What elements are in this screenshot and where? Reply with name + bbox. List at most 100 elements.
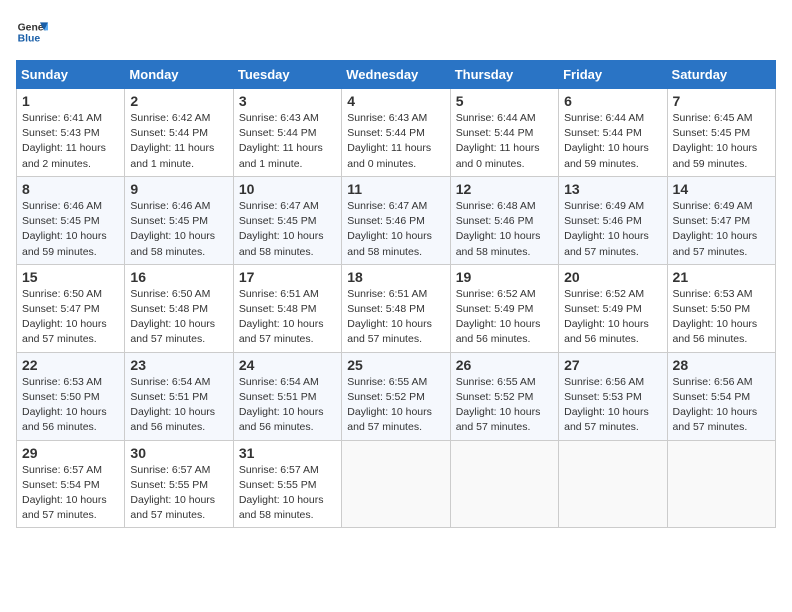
svg-text:Blue: Blue [18,34,41,45]
day-number: 12 [456,181,553,197]
day-cell: 5Sunrise: 6:44 AM Sunset: 5:44 PM Daylig… [450,89,558,177]
col-header-monday: Monday [125,61,233,89]
logo: General Blue [16,16,48,48]
day-detail: Sunrise: 6:49 AM Sunset: 5:47 PM Dayligh… [673,199,770,260]
day-number: 17 [239,269,336,285]
day-number: 18 [347,269,444,285]
day-cell: 21Sunrise: 6:53 AM Sunset: 5:50 PM Dayli… [667,264,775,352]
week-row-1: 1 Sunrise: 6:41 AM Sunset: 5:43 PM Daylig… [17,89,776,177]
day-number: 25 [347,357,444,373]
day-detail: Sunrise: 6:53 AM Sunset: 5:50 PM Dayligh… [673,287,770,348]
day-cell: 10 Sunrise: 6:47 AM Sunset: 5:45 PM Dayli… [233,176,341,264]
col-header-tuesday: Tuesday [233,61,341,89]
day-detail: Sunrise: 6:53 AM Sunset: 5:50 PM Dayligh… [22,375,119,436]
day-cell: 11 Sunrise: 6:47 AM Sunset: 5:46 PM Dayli… [342,176,450,264]
day-detail: Sunrise: 6:50 AM Sunset: 5:47 PM Dayligh… [22,287,119,348]
day-detail: Sunrise: 6:49 AM Sunset: 5:46 PM Dayligh… [564,199,661,260]
col-header-sunday: Sunday [17,61,125,89]
day-cell: 16 Sunrise: 6:50 AM Sunset: 5:48 PM Dayli… [125,264,233,352]
page-header: General Blue [16,16,776,48]
day-number: 20 [564,269,661,285]
day-cell: 19 Sunrise: 6:52 AM Sunset: 5:49 PM Dayli… [450,264,558,352]
day-detail: Sunrise: 6:55 AM Sunset: 5:52 PM Dayligh… [456,375,553,436]
day-cell: 23 Sunrise: 6:54 AM Sunset: 5:51 PM Dayli… [125,352,233,440]
day-number: 24 [239,357,336,373]
day-cell: 20 Sunrise: 6:52 AM Sunset: 5:49 PM Dayli… [559,264,667,352]
day-cell: 6Sunrise: 6:44 AM Sunset: 5:44 PM Daylig… [559,89,667,177]
day-cell: 29 Sunrise: 6:57 AM Sunset: 5:54 PM Dayli… [17,440,125,528]
day-cell [667,440,775,528]
day-number: 2 [130,93,227,109]
day-cell: 26 Sunrise: 6:55 AM Sunset: 5:52 PM Dayli… [450,352,558,440]
week-row-2: 8 Sunrise: 6:46 AM Sunset: 5:45 PM Daylig… [17,176,776,264]
day-detail: Sunrise: 6:52 AM Sunset: 5:49 PM Dayligh… [564,287,661,348]
day-number: 3 [239,93,336,109]
day-number: 15 [22,269,119,285]
day-cell: 9 Sunrise: 6:46 AM Sunset: 5:45 PM Daylig… [125,176,233,264]
day-number: 26 [456,357,553,373]
week-row-3: 15 Sunrise: 6:50 AM Sunset: 5:47 PM Dayli… [17,264,776,352]
calendar-header-row: SundayMondayTuesdayWednesdayThursdayFrid… [17,61,776,89]
day-cell: 22 Sunrise: 6:53 AM Sunset: 5:50 PM Dayli… [17,352,125,440]
day-number: 19 [456,269,553,285]
calendar-body: 1 Sunrise: 6:41 AM Sunset: 5:43 PM Daylig… [17,89,776,528]
day-detail: Sunrise: 6:43 AM Sunset: 5:44 PM Dayligh… [239,111,336,172]
day-cell: 31Sunrise: 6:57 AM Sunset: 5:55 PM Dayli… [233,440,341,528]
day-detail: Sunrise: 6:56 AM Sunset: 5:54 PM Dayligh… [673,375,770,436]
col-header-saturday: Saturday [667,61,775,89]
day-detail: Sunrise: 6:44 AM Sunset: 5:44 PM Dayligh… [456,111,553,172]
day-cell: 15 Sunrise: 6:50 AM Sunset: 5:47 PM Dayli… [17,264,125,352]
day-detail: Sunrise: 6:43 AM Sunset: 5:44 PM Dayligh… [347,111,444,172]
day-cell: 3 Sunrise: 6:43 AM Sunset: 5:44 PM Daylig… [233,89,341,177]
day-number: 31 [239,445,336,461]
day-number: 22 [22,357,119,373]
day-number: 10 [239,181,336,197]
day-detail: Sunrise: 6:54 AM Sunset: 5:51 PM Dayligh… [239,375,336,436]
day-cell: 2Sunrise: 6:42 AM Sunset: 5:44 PM Daylig… [125,89,233,177]
day-cell [559,440,667,528]
day-cell: 12 Sunrise: 6:48 AM Sunset: 5:46 PM Dayli… [450,176,558,264]
day-cell [342,440,450,528]
day-detail: Sunrise: 6:41 AM Sunset: 5:43 PM Dayligh… [22,111,119,172]
day-detail: Sunrise: 6:57 AM Sunset: 5:54 PM Dayligh… [22,463,119,524]
day-number: 14 [673,181,770,197]
day-detail: Sunrise: 6:51 AM Sunset: 5:48 PM Dayligh… [347,287,444,348]
day-detail: Sunrise: 6:50 AM Sunset: 5:48 PM Dayligh… [130,287,227,348]
day-number: 27 [564,357,661,373]
day-detail: Sunrise: 6:52 AM Sunset: 5:49 PM Dayligh… [456,287,553,348]
day-cell: 25Sunrise: 6:55 AM Sunset: 5:52 PM Dayli… [342,352,450,440]
day-number: 4 [347,93,444,109]
day-cell: 28 Sunrise: 6:56 AM Sunset: 5:54 PM Dayli… [667,352,775,440]
day-cell: 30Sunrise: 6:57 AM Sunset: 5:55 PM Dayli… [125,440,233,528]
day-detail: Sunrise: 6:47 AM Sunset: 5:46 PM Dayligh… [347,199,444,260]
week-row-4: 22 Sunrise: 6:53 AM Sunset: 5:50 PM Dayli… [17,352,776,440]
day-detail: Sunrise: 6:56 AM Sunset: 5:53 PM Dayligh… [564,375,661,436]
day-cell: 17 Sunrise: 6:51 AM Sunset: 5:48 PM Dayli… [233,264,341,352]
calendar-table: SundayMondayTuesdayWednesdayThursdayFrid… [16,60,776,528]
day-number: 11 [347,181,444,197]
day-number: 23 [130,357,227,373]
day-cell: 7 Sunrise: 6:45 AM Sunset: 5:45 PM Daylig… [667,89,775,177]
day-number: 8 [22,181,119,197]
day-detail: Sunrise: 6:48 AM Sunset: 5:46 PM Dayligh… [456,199,553,260]
day-detail: Sunrise: 6:51 AM Sunset: 5:48 PM Dayligh… [239,287,336,348]
day-detail: Sunrise: 6:47 AM Sunset: 5:45 PM Dayligh… [239,199,336,260]
day-detail: Sunrise: 6:45 AM Sunset: 5:45 PM Dayligh… [673,111,770,172]
day-number: 7 [673,93,770,109]
day-cell: 14 Sunrise: 6:49 AM Sunset: 5:47 PM Dayli… [667,176,775,264]
day-number: 13 [564,181,661,197]
day-number: 29 [22,445,119,461]
col-header-thursday: Thursday [450,61,558,89]
day-number: 1 [22,93,119,109]
day-cell: 1 Sunrise: 6:41 AM Sunset: 5:43 PM Daylig… [17,89,125,177]
col-header-friday: Friday [559,61,667,89]
day-detail: Sunrise: 6:57 AM Sunset: 5:55 PM Dayligh… [130,463,227,524]
day-cell: 8Sunrise: 6:46 AM Sunset: 5:45 PM Daylig… [17,176,125,264]
day-number: 28 [673,357,770,373]
day-cell: 18 Sunrise: 6:51 AM Sunset: 5:48 PM Dayli… [342,264,450,352]
day-number: 16 [130,269,227,285]
day-detail: Sunrise: 6:54 AM Sunset: 5:51 PM Dayligh… [130,375,227,436]
day-detail: Sunrise: 6:46 AM Sunset: 5:45 PM Dayligh… [130,199,227,260]
day-number: 9 [130,181,227,197]
day-number: 6 [564,93,661,109]
